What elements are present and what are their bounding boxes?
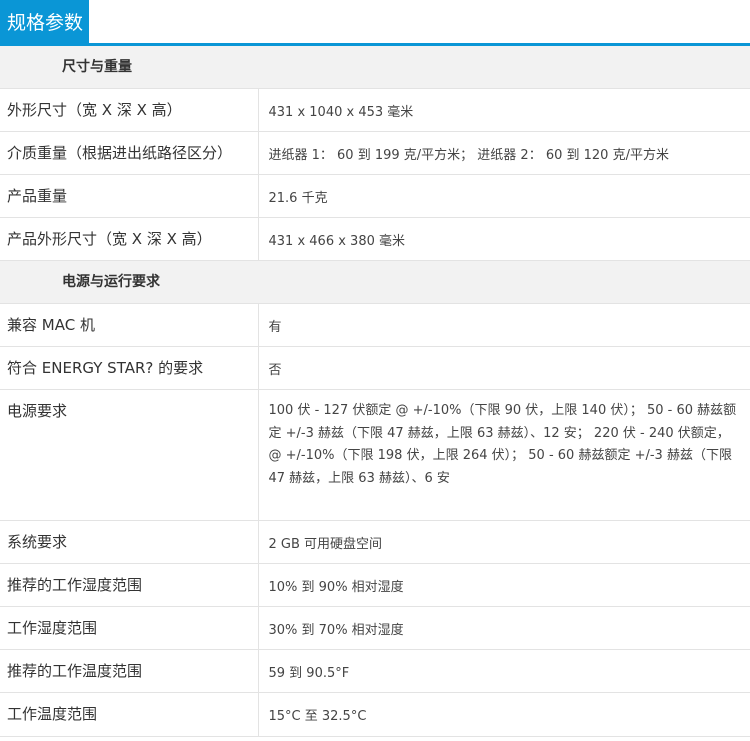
spec-label: 产品重量	[0, 174, 258, 218]
table-row: 工作温度范围 15°C 至 32.5°C	[0, 692, 750, 737]
spec-label: 系统要求	[0, 520, 258, 564]
spec-value: 431 x 466 x 380 毫米	[257, 217, 750, 261]
table-row: 推荐的工作温度范围 59 到 90.5°F	[0, 649, 750, 693]
spec-value: 10% 到 90% 相对湿度	[257, 563, 750, 607]
spec-label: 外形尺寸（宽 X 深 X 高）	[0, 88, 258, 132]
spec-label: 兼容 MAC 机	[0, 303, 258, 347]
spec-value: 2 GB 可用硬盘空间	[257, 520, 750, 564]
table-row: 符合 ENERGY STAR? 的要求 否	[0, 346, 750, 390]
spec-value: 否	[257, 346, 750, 390]
spec-value: 进纸器 1： 60 到 199 克/平方米； 进纸器 2： 60 到 120 克…	[257, 131, 750, 175]
spec-label: 产品外形尺寸（宽 X 深 X 高）	[0, 217, 258, 261]
spec-table: 尺寸与重量 外形尺寸（宽 X 深 X 高） 431 x 1040 x 453 毫…	[0, 46, 750, 737]
spec-value: 30% 到 70% 相对湿度	[257, 606, 750, 650]
spec-value: 有	[257, 303, 750, 347]
spec-value: 431 x 1040 x 453 毫米	[257, 88, 750, 132]
section-title: 尺寸与重量	[0, 46, 750, 89]
spec-value: 59 到 90.5°F	[257, 649, 750, 693]
table-row: 电源要求 100 伏 - 127 伏额定 @ +/-10%（下限 90 伏，上限…	[0, 389, 750, 521]
tab-bar: 规格参数	[0, 0, 750, 46]
spec-label: 工作温度范围	[0, 692, 258, 737]
spec-label: 电源要求	[0, 389, 258, 521]
spec-label: 符合 ENERGY STAR? 的要求	[0, 346, 258, 390]
spec-label: 推荐的工作温度范围	[0, 649, 258, 693]
spec-value: 15°C 至 32.5°C	[257, 692, 750, 737]
spec-page: 规格参数 尺寸与重量 外形尺寸（宽 X 深 X 高） 431 x 1040 x …	[0, 0, 750, 741]
table-row: 产品外形尺寸（宽 X 深 X 高） 431 x 466 x 380 毫米	[0, 217, 750, 261]
table-row: 工作湿度范围 30% 到 70% 相对湿度	[0, 606, 750, 650]
table-row: 介质重量（根据进出纸路径区分） 进纸器 1： 60 到 199 克/平方米； 进…	[0, 131, 750, 175]
section-title: 电源与运行要求	[0, 260, 750, 304]
section-header: 尺寸与重量	[0, 46, 750, 89]
spec-label: 工作湿度范围	[0, 606, 258, 650]
table-row: 产品重量 21.6 千克	[0, 174, 750, 218]
table-row: 兼容 MAC 机 有	[0, 303, 750, 347]
table-row: 外形尺寸（宽 X 深 X 高） 431 x 1040 x 453 毫米	[0, 88, 750, 132]
spec-label: 推荐的工作湿度范围	[0, 563, 258, 607]
table-row: 系统要求 2 GB 可用硬盘空间	[0, 520, 750, 564]
section-header: 电源与运行要求	[0, 260, 750, 304]
table-row: 推荐的工作湿度范围 10% 到 90% 相对湿度	[0, 563, 750, 607]
spec-value: 100 伏 - 127 伏额定 @ +/-10%（下限 90 伏，上限 140 …	[257, 389, 750, 521]
spec-label: 介质重量（根据进出纸路径区分）	[0, 131, 258, 175]
tab-specifications[interactable]: 规格参数	[0, 0, 89, 46]
spec-value: 21.6 千克	[257, 174, 750, 218]
